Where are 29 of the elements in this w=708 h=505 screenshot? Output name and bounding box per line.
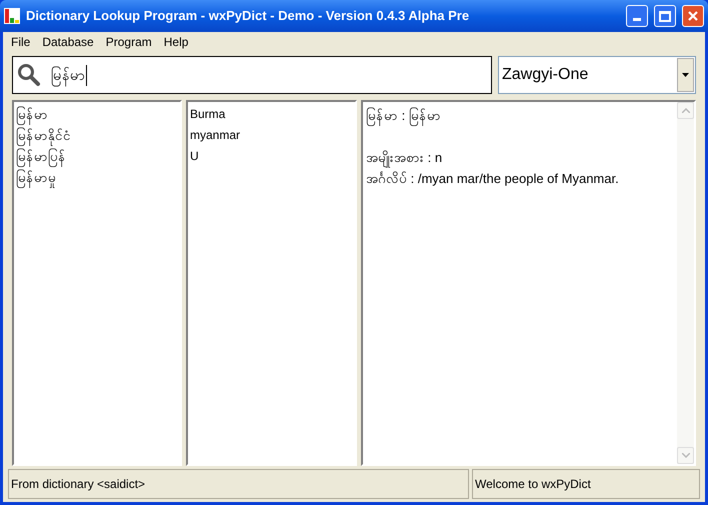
- menu-item[interactable]: Database: [36, 33, 100, 51]
- minimize-button[interactable]: [626, 5, 648, 27]
- word-item[interactable]: မြန်မာပြန်: [16, 146, 178, 167]
- app-icon: [4, 8, 20, 24]
- word-item[interactable]: မြန်မာမှု: [16, 167, 178, 188]
- maximize-button[interactable]: [654, 5, 676, 27]
- translation-item[interactable]: myanmar: [190, 125, 353, 146]
- definition-line: အမျိုးအစား : n: [366, 147, 674, 168]
- translation-item[interactable]: Burma: [190, 104, 353, 125]
- font-dropdown[interactable]: Zawgyi-One: [498, 56, 696, 94]
- search-field[interactable]: မြန်မာ: [12, 56, 492, 94]
- close-icon: [687, 10, 699, 22]
- status-text: From dictionary <saidict>: [8, 469, 469, 499]
- menu-item[interactable]: Help: [158, 33, 194, 51]
- word-item[interactable]: မြန်မာ: [16, 104, 178, 125]
- search-icon: [17, 63, 41, 87]
- translation-item[interactable]: U: [190, 146, 353, 167]
- word-item[interactable]: မြန်မာနိုင်ငံ: [16, 125, 178, 146]
- menu-item[interactable]: File: [5, 33, 36, 51]
- scroll-up-icon: [682, 108, 690, 113]
- menu-item[interactable]: Program: [100, 33, 158, 51]
- scrollbar[interactable]: [677, 102, 694, 464]
- close-button[interactable]: [682, 5, 704, 27]
- window-title: Dictionary Lookup Program - wxPyDict - Demo - Version 0.4.3 Alpha Pre: [26, 7, 470, 26]
- caret-icon: [682, 73, 689, 77]
- definition-line: အင်္ဂလိပ် : /myan mar/the people of Myanmar.: [366, 170, 620, 188]
- scroll-down-icon: [682, 453, 690, 458]
- definition-heading: မြန်မာ : မြန်မာ: [366, 105, 674, 126]
- status-text: Welcome to wxPyDict: [472, 469, 700, 499]
